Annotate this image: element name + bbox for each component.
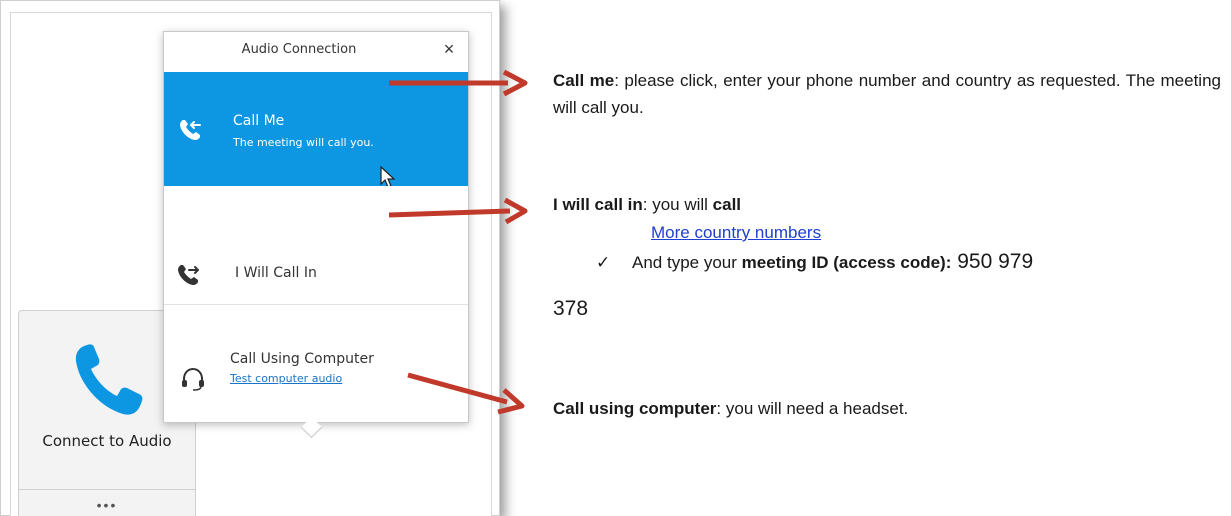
call-in-note-bold2: call — [712, 195, 742, 214]
call-in-note-bold: I will call in — [553, 195, 643, 214]
call-using-computer-option[interactable]: Call Using Computer Test computer audio — [164, 305, 468, 415]
call-me-subtitle: The meeting will call you. — [233, 136, 374, 149]
call-me-note: Call me: please click, enter your phone … — [553, 67, 1221, 121]
check-icon: ✓ — [596, 253, 611, 272]
test-computer-audio-link[interactable]: Test computer audio — [230, 372, 342, 385]
computer-note-bold: Call using computer — [553, 399, 717, 418]
call-me-title: Call Me — [233, 113, 285, 129]
call-me-option[interactable]: Call Me The meeting will call you. — [164, 72, 468, 188]
meeting-id-value: 950 979 — [951, 250, 1034, 273]
call-me-icon — [180, 120, 201, 140]
more-country-numbers-link[interactable]: More country numbers — [651, 223, 821, 243]
divider — [19, 489, 195, 490]
meeting-id-line: ✓ And type your meeting ID (access code):… — [596, 250, 1033, 274]
headset-icon — [182, 367, 204, 391]
close-icon[interactable]: × — [436, 36, 462, 62]
call-in-title: I Will Call In — [235, 265, 317, 281]
connect-to-audio-label: Connect to Audio — [42, 432, 172, 450]
call-using-computer-title: Call Using Computer — [230, 351, 374, 367]
meeting-id-prefix: And type your — [632, 253, 742, 272]
more-options-button[interactable]: ••• — [19, 497, 195, 513]
call-in-note-text: : you will — [642, 195, 713, 214]
computer-note-text: : you will need a headset. — [716, 399, 909, 418]
call-in-note: I will call in: you will call — [553, 191, 1221, 218]
audio-connection-popup: Audio Connection × Call Me The meeting w… — [163, 31, 469, 439]
call-using-computer-note: Call using computer: you will need a hea… — [553, 395, 1221, 422]
call-in-icon — [178, 265, 199, 285]
screenshot-frame: Connect to Audio ••• Audio Connection × … — [0, 0, 500, 516]
call-in-option[interactable]: I Will Call In — [164, 186, 468, 305]
phone-icon — [75, 344, 143, 415]
meeting-id-label: meeting ID (access code): — [741, 253, 952, 272]
meeting-id-value-rest: 378 — [553, 297, 589, 320]
call-me-note-text: : please click, enter your phone number … — [553, 71, 1221, 117]
popup-title: Audio Connection — [241, 42, 357, 57]
call-me-note-bold: Call me — [553, 71, 615, 90]
